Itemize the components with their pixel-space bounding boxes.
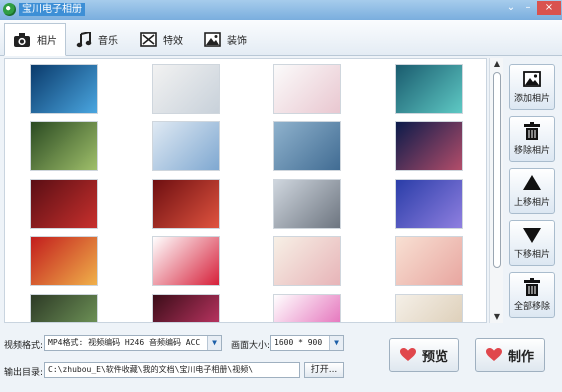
photo-thumbnail[interactable] — [30, 64, 98, 114]
minimize-button[interactable]: – — [520, 1, 536, 15]
photo-thumbnail[interactable] — [273, 179, 341, 229]
preview-button[interactable]: 预览 — [389, 338, 459, 372]
make-button[interactable]: 制作 — [475, 338, 545, 372]
open-folder-button[interactable]: 打开... — [304, 362, 344, 378]
frame-size-select[interactable]: 1600 * 900 ▼ — [270, 335, 344, 351]
video-format-value: MP4格式: 视频编码 H246 音频编码 ACC — [48, 338, 201, 347]
tab-label: 装饰 — [227, 36, 247, 47]
app-logo-icon — [3, 3, 16, 16]
photo-thumbnail[interactable] — [30, 179, 98, 229]
video-format-select[interactable]: MP4格式: 视频编码 H246 音频编码 ACC ▼ — [44, 335, 222, 351]
frame-size-label: 画面大小: — [231, 341, 271, 351]
trash-icon — [524, 278, 540, 296]
window-title: 宝川电子相册 — [19, 3, 85, 16]
move-up-button[interactable]: 上移相片 — [509, 168, 555, 214]
music-note-icon — [76, 31, 92, 47]
photo-thumbnail[interactable] — [152, 121, 220, 171]
photo-thumbnail[interactable] — [273, 294, 341, 322]
photo-thumbnail[interactable] — [273, 64, 341, 114]
tab-effects[interactable]: 特效 — [132, 23, 191, 56]
add-photo-icon — [523, 71, 541, 87]
chevron-down-icon[interactable]: ▼ — [329, 336, 343, 350]
make-label: 制作 — [507, 349, 534, 365]
tab-label: 相片 — [37, 36, 57, 47]
photo-thumbnail[interactable] — [273, 121, 341, 171]
scrollbar-thumb[interactable] — [493, 72, 501, 268]
photo-thumbnail[interactable] — [395, 179, 463, 229]
output-dir-input[interactable]: C:\zhubou_E\软件收藏\我的文档\宝川电子相册\视频\ — [44, 362, 300, 378]
decoration-picture-icon — [204, 32, 221, 47]
tab-photos[interactable]: 相片 — [4, 23, 66, 56]
heart-icon — [399, 348, 416, 361]
output-settings-panel: 视频格式: MP4格式: 视频编码 H246 音频编码 ACC ▼ 画面大小: … — [0, 326, 562, 392]
remove-photo-button[interactable]: 移除相片 — [509, 116, 555, 162]
photo-thumbnail[interactable] — [30, 121, 98, 171]
tab-label: 特效 — [163, 36, 183, 47]
photo-thumbnail[interactable] — [30, 236, 98, 286]
gallery-scrollbar[interactable]: ▲ ▼ — [489, 58, 503, 323]
remove-all-button[interactable]: 全部移除 — [509, 272, 555, 318]
collapse-button[interactable]: ⌄ — [503, 1, 519, 15]
effects-icon — [140, 32, 157, 47]
photo-thumbnail[interactable] — [273, 236, 341, 286]
photo-thumbnail[interactable] — [395, 294, 463, 322]
photo-thumbnail[interactable] — [30, 294, 98, 322]
move-up-icon — [523, 175, 541, 190]
photo-thumbnail[interactable] — [395, 64, 463, 114]
photo-gallery[interactable] — [4, 58, 487, 323]
side-button-label: 全部移除 — [513, 302, 550, 312]
output-dir-label: 输出目录: — [4, 368, 44, 378]
tab-label: 音乐 — [98, 36, 118, 47]
close-button[interactable]: × — [537, 1, 561, 15]
preview-label: 预览 — [421, 349, 448, 365]
photo-thumbnail[interactable] — [395, 121, 463, 171]
tab-bar: 相片 音乐 特效 装饰 — [0, 20, 562, 56]
photo-thumbnail[interactable] — [152, 179, 220, 229]
photo-thumbnail[interactable] — [395, 236, 463, 286]
side-button-label: 上移相片 — [513, 198, 550, 208]
tab-decoration[interactable]: 装饰 — [196, 23, 255, 56]
trash-icon — [524, 122, 540, 140]
scroll-up-arrow-icon[interactable]: ▲ — [490, 58, 504, 70]
chevron-down-icon[interactable]: ▼ — [207, 336, 221, 350]
video-format-label: 视频格式: — [4, 341, 44, 351]
heart-icon — [485, 348, 502, 361]
tab-music[interactable]: 音乐 — [68, 23, 126, 56]
frame-size-value: 1600 * 900 — [274, 338, 323, 347]
side-button-label: 移除相片 — [513, 146, 550, 156]
output-dir-value: C:\zhubou_E\软件收藏\我的文档\宝川电子相册\视频\ — [48, 365, 254, 374]
photo-thumbnail[interactable] — [152, 294, 220, 322]
side-button-label: 下移相片 — [513, 250, 550, 260]
side-button-label: 添加相片 — [513, 94, 550, 104]
photo-thumbnail[interactable] — [152, 236, 220, 286]
title-bar: 宝川电子相册 ⌄ – × — [0, 0, 562, 20]
move-down-button[interactable]: 下移相片 — [509, 220, 555, 266]
photo-thumbnail[interactable] — [152, 64, 220, 114]
scroll-down-arrow-icon[interactable]: ▼ — [490, 311, 504, 323]
move-down-icon — [523, 228, 541, 243]
camera-icon — [14, 32, 30, 47]
add-photo-button[interactable]: 添加相片 — [509, 64, 555, 110]
